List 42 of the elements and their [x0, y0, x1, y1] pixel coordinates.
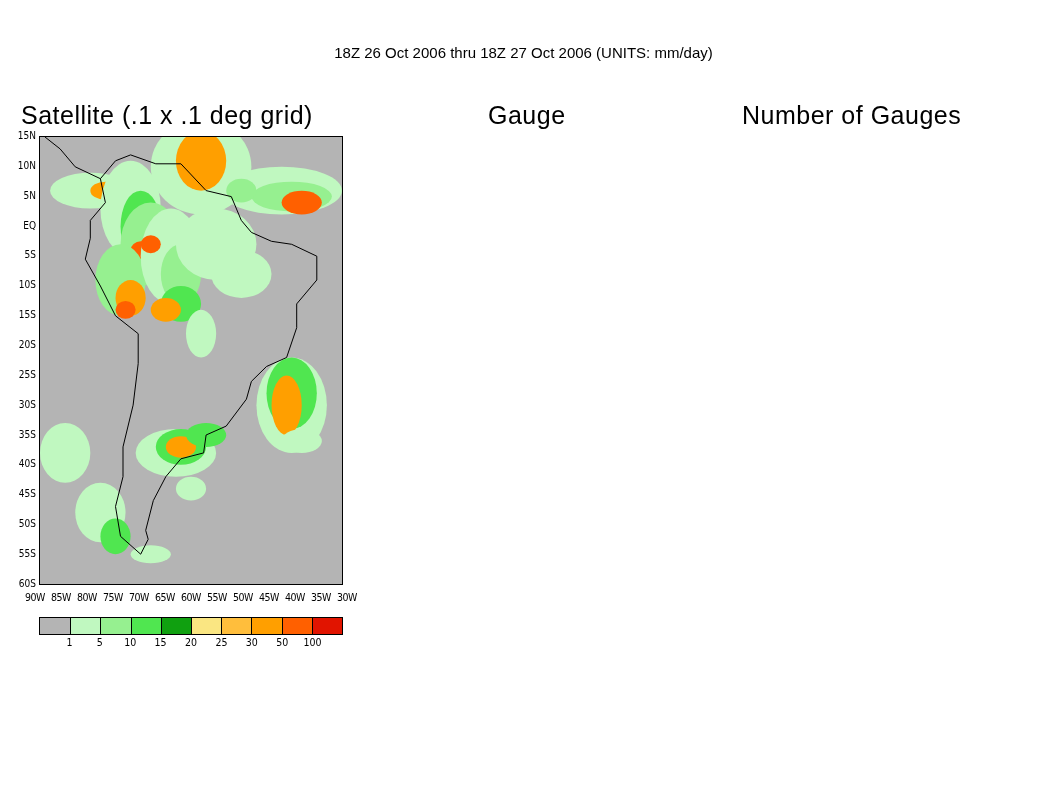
longitude-label: 70W: [129, 591, 149, 603]
latitude-label: 15N: [17, 130, 36, 142]
longitude-label: 50W: [233, 591, 253, 603]
legend-label: 15: [154, 636, 167, 648]
longitude-label: 65W: [155, 591, 175, 603]
latitude-label: 5S: [24, 249, 36, 262]
latitude-label: 45S: [18, 488, 36, 501]
latitude-label: 15S: [18, 309, 36, 322]
latitude-label: EQ: [23, 219, 36, 232]
latitude-label: 10S: [18, 279, 36, 292]
panel-title: Satellite (.1 x .1 deg grid): [21, 100, 314, 130]
latitude-label: 5N: [23, 189, 36, 202]
longitude-label: 35W: [311, 591, 331, 603]
latitude-label: 10N: [17, 159, 36, 172]
latitude-label: 20S: [18, 339, 36, 351]
longitude-label: 85W: [51, 591, 71, 603]
legend-label: 20: [184, 636, 197, 648]
latitude-label: 60S: [18, 577, 36, 590]
latitude-label: 55S: [18, 548, 36, 561]
longitude-label: 75W: [103, 591, 123, 603]
longitude-label: 90W: [25, 591, 45, 603]
longitude-label: 40W: [285, 591, 305, 603]
longitude-label: 60W: [181, 591, 201, 603]
latitude-label: 25S: [18, 368, 36, 381]
legend-label: 25: [215, 636, 228, 648]
latitude-label: 40S: [18, 458, 36, 471]
panel-title: Number of Gauges: [742, 100, 963, 130]
legend-label: 1: [66, 636, 73, 648]
longitude-label: 45W: [259, 591, 279, 603]
latitude-label: 50S: [18, 518, 36, 531]
latitude-label: 35S: [18, 428, 36, 441]
longitude-label: 30W: [337, 591, 357, 603]
longitude-label: 55W: [207, 591, 227, 603]
panel-title: Gauge: [488, 100, 567, 130]
plot-title: 18Z 26 Oct 2006 thru 18Z 27 Oct 2006 (UNITS: mm/day): [334, 44, 713, 61]
legend-label: 30: [245, 636, 258, 648]
latitude-label: 30S: [18, 398, 36, 411]
legend-label: 10: [124, 636, 137, 648]
legend-label: 50: [276, 636, 289, 648]
legend-label: 5: [96, 636, 103, 648]
longitude-label: 80W: [77, 591, 97, 603]
legend-label: 100: [303, 636, 322, 648]
